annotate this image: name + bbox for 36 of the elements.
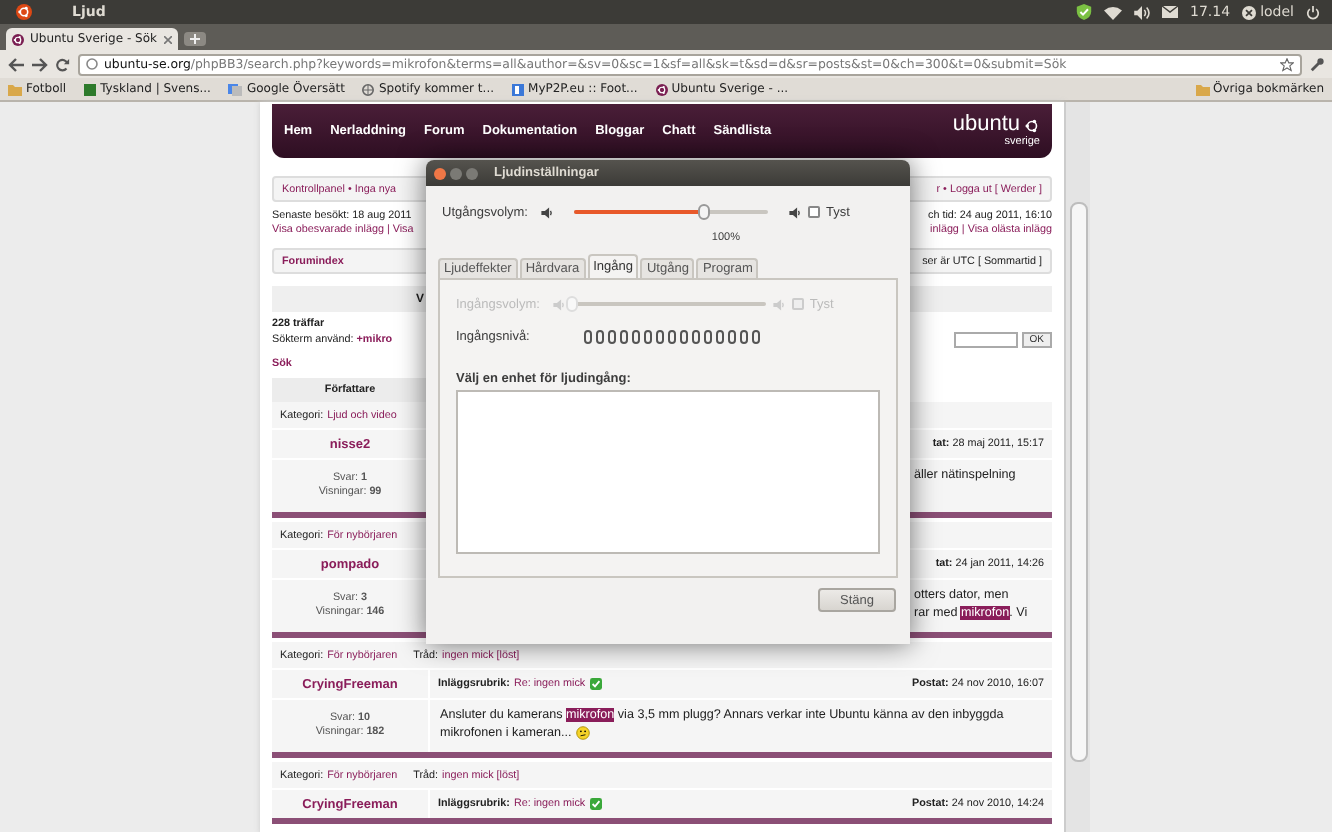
microphone-icon [551, 297, 566, 311]
mute-checkbox[interactable] [808, 206, 820, 218]
forward-icon[interactable] [32, 57, 48, 71]
folder-icon [8, 83, 22, 95]
user-icon[interactable] [1242, 5, 1257, 19]
page-icon [86, 58, 98, 70]
logo-icon [1024, 117, 1040, 133]
power-icon[interactable] [1306, 5, 1320, 19]
star-icon[interactable] [1280, 57, 1294, 71]
logo-word: ubuntu [952, 114, 1020, 136]
folder-icon [1195, 83, 1209, 95]
minimize-button[interactable] [450, 167, 462, 179]
translate-icon [228, 83, 243, 95]
new-tab-button[interactable] [184, 32, 206, 46]
wrench-icon[interactable] [1310, 57, 1324, 71]
close-icon[interactable] [164, 35, 172, 43]
ubuntu-icon [12, 33, 24, 45]
mail-icon[interactable] [1162, 6, 1179, 18]
ubuntu-icon [655, 83, 668, 95]
back-icon[interactable] [8, 57, 24, 71]
page-icon [512, 83, 525, 95]
search-field[interactable] [953, 332, 1018, 348]
ubuntu-logo-icon [16, 4, 32, 20]
site-icon [84, 83, 97, 95]
globe-icon [362, 83, 375, 95]
speaker-loud-icon [788, 205, 802, 219]
maximize-button[interactable] [466, 167, 478, 179]
speaker-icon [540, 205, 554, 219]
volume-icon[interactable] [1134, 5, 1151, 19]
microphone-loud-icon [771, 297, 786, 311]
scrollbar[interactable] [1064, 102, 1090, 832]
wifi-icon[interactable] [1104, 5, 1123, 19]
shield-icon[interactable] [1076, 4, 1093, 20]
reload-icon[interactable] [56, 57, 70, 71]
slider-thumb[interactable] [697, 204, 710, 220]
close-button[interactable] [434, 167, 446, 179]
